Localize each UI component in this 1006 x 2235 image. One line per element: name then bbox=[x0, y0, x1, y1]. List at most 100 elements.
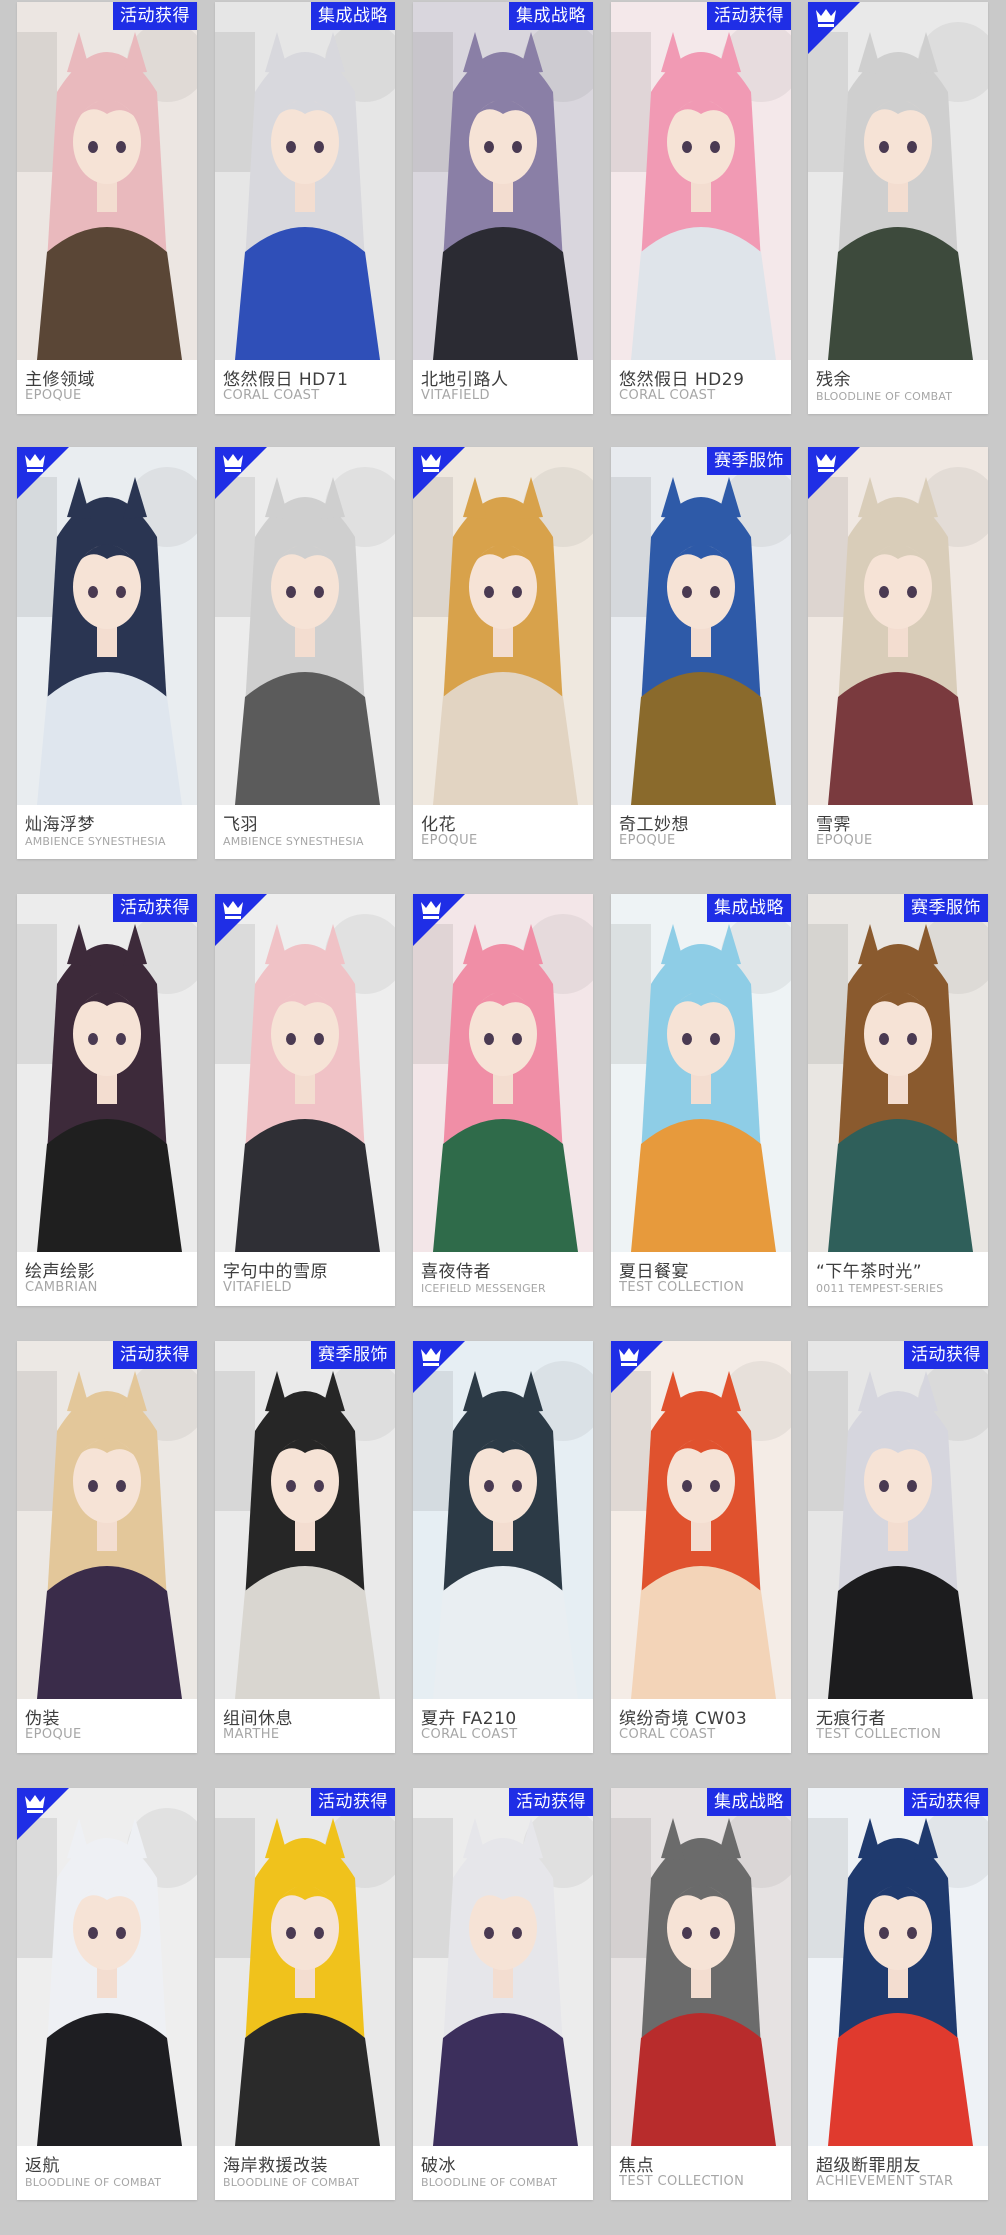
skin-series: EPOQUE bbox=[816, 833, 873, 848]
source-badge: 集成战略 bbox=[509, 2, 593, 30]
skin-name: 悠然假日 HD71 bbox=[223, 370, 349, 390]
source-badge: 活动获得 bbox=[311, 1788, 395, 1816]
crown-corner-icon bbox=[413, 1341, 465, 1393]
character-illustration bbox=[413, 894, 593, 1252]
skin-info: 夏卉 FA210 CORAL COAST bbox=[413, 1699, 593, 1753]
skin-series: TEST COLLECTION bbox=[816, 1727, 942, 1742]
skin-card[interactable]: 喜夜侍者 ICEFIELD MESSENGER bbox=[413, 894, 593, 1306]
skin-card[interactable]: 夏卉 FA210 CORAL COAST bbox=[413, 1341, 593, 1753]
character-illustration bbox=[611, 1788, 791, 2146]
skin-card[interactable]: 活动获得悠然假日 HD29 CORAL COAST bbox=[611, 2, 791, 414]
skin-info: 海岸救援改装 BLOODLINE OF COMBAT bbox=[215, 2146, 395, 2200]
skin-info: 北地引路人 VITAFIELD bbox=[413, 360, 593, 414]
skin-series: BLOODLINE OF COMBAT bbox=[816, 390, 953, 403]
source-badge: 活动获得 bbox=[113, 894, 197, 922]
skin-card[interactable]: 缤纷奇境 CW03 CORAL COAST bbox=[611, 1341, 791, 1753]
skin-artwork bbox=[17, 1341, 197, 1699]
skin-card[interactable]: 灿海浮梦 AMBIENCE SYNESTHESIA bbox=[17, 447, 197, 859]
skin-info: 无痕行者 TEST COLLECTION bbox=[808, 1699, 988, 1753]
skin-card[interactable]: 残余 BLOODLINE OF COMBAT bbox=[808, 2, 988, 414]
skin-card[interactable]: 赛季服饰奇工妙想 EPOQUE bbox=[611, 447, 791, 859]
skin-card[interactable]: 活动获得 无痕行者 TEST COLLECTION bbox=[808, 1341, 988, 1753]
skin-name: 化花 bbox=[421, 815, 456, 835]
skin-series: MARTHE bbox=[223, 1727, 280, 1742]
crown-corner-icon bbox=[215, 447, 267, 499]
skin-series: VITAFIELD bbox=[421, 388, 490, 403]
skin-series: TEST COLLECTION bbox=[619, 2174, 745, 2189]
skin-artwork bbox=[611, 1341, 791, 1699]
source-badge: 赛季服饰 bbox=[311, 1341, 395, 1369]
skin-card[interactable]: 集成战略夏日餐宴 TEST COLLECTION bbox=[611, 894, 791, 1306]
skin-card[interactable]: 化花 EPOQUE bbox=[413, 447, 593, 859]
skin-name: 飞羽 bbox=[223, 815, 258, 835]
skin-artwork bbox=[808, 894, 988, 1252]
skin-card[interactable]: 活动获得 绘声绘影 CAMBRIAN bbox=[17, 894, 197, 1306]
source-badge: 活动获得 bbox=[707, 2, 791, 30]
skin-artwork bbox=[808, 447, 988, 805]
skin-series: CORAL COAST bbox=[223, 388, 320, 403]
character-illustration bbox=[808, 1341, 988, 1699]
character-illustration bbox=[215, 1788, 395, 2146]
character-illustration bbox=[808, 2, 988, 360]
skin-artwork bbox=[808, 1788, 988, 2146]
character-illustration bbox=[808, 1788, 988, 2146]
character-illustration bbox=[413, 1341, 593, 1699]
source-badge: 集成战略 bbox=[311, 2, 395, 30]
skin-card[interactable]: 赛季服饰组间休息 MARTHE bbox=[215, 1341, 395, 1753]
skin-series: VITAFIELD bbox=[223, 1280, 292, 1295]
skin-artwork bbox=[413, 1341, 593, 1699]
skin-artwork bbox=[413, 1788, 593, 2146]
skin-series: EPOQUE bbox=[25, 388, 82, 403]
skin-name: 悠然假日 HD29 bbox=[619, 370, 745, 390]
skin-series: BLOODLINE OF COMBAT bbox=[223, 2176, 360, 2189]
skin-artwork bbox=[17, 894, 197, 1252]
skin-card[interactable]: 活动获得主修领域 EPOQUE bbox=[17, 2, 197, 414]
skin-series: TEST COLLECTION bbox=[619, 1280, 745, 1295]
skin-info: 奇工妙想 EPOQUE bbox=[611, 805, 791, 859]
skin-card[interactable]: 飞羽 AMBIENCE SYNESTHESIA bbox=[215, 447, 395, 859]
skin-name: 字句中的雪原 bbox=[223, 1262, 328, 1282]
skin-card[interactable]: 活动获得 伪装 EPOQUE bbox=[17, 1341, 197, 1753]
skin-name: 缤纷奇境 CW03 bbox=[619, 1709, 748, 1729]
skin-artwork bbox=[611, 2, 791, 360]
skin-artwork bbox=[611, 1788, 791, 2146]
character-illustration bbox=[17, 2, 197, 360]
skin-name: 夏卉 FA210 bbox=[421, 1709, 517, 1729]
skin-card[interactable]: 活动获得 破冰 BLOODLINE OF COMBAT bbox=[413, 1788, 593, 2200]
source-badge: 活动获得 bbox=[904, 1788, 988, 1816]
skin-name: 组间休息 bbox=[223, 1709, 293, 1729]
skin-name: 绘声绘影 bbox=[25, 1262, 95, 1282]
skin-info: 破冰 BLOODLINE OF COMBAT bbox=[413, 2146, 593, 2200]
skin-info: 夏日餐宴 TEST COLLECTION bbox=[611, 1252, 791, 1306]
skin-name: 无痕行者 bbox=[816, 1709, 886, 1729]
skin-card[interactable]: 赛季服饰 “下午茶时光” 0011 TEMPEST-SERIES bbox=[808, 894, 988, 1306]
skin-card[interactable]: 集成战略北地引路人 VITAFIELD bbox=[413, 2, 593, 414]
source-badge: 赛季服饰 bbox=[707, 447, 791, 475]
skin-info: 返航 BLOODLINE OF COMBAT bbox=[17, 2146, 197, 2200]
skin-card[interactable]: 返航 BLOODLINE OF COMBAT bbox=[17, 1788, 197, 2200]
skin-grid: 活动获得 主修领域 EPOQUE 集成战略 悠然假日 HD71 CORAL COAST 集成… bbox=[0, 0, 1006, 2235]
skin-info: 喜夜侍者 ICEFIELD MESSENGER bbox=[413, 1252, 593, 1306]
source-badge: 活动获得 bbox=[113, 2, 197, 30]
skin-artwork bbox=[413, 894, 593, 1252]
character-illustration bbox=[215, 894, 395, 1252]
skin-card[interactable]: 集成战略悠然假日 HD71 CORAL COAST bbox=[215, 2, 395, 414]
skin-series: ACHIEVEMENT STAR bbox=[816, 2174, 954, 2189]
skin-card[interactable]: 活动获得海岸救援改装 BLOODLINE OF COMBAT bbox=[215, 1788, 395, 2200]
skin-series: BLOODLINE OF COMBAT bbox=[421, 2176, 558, 2189]
skin-series: AMBIENCE SYNESTHESIA bbox=[223, 835, 364, 848]
skin-card[interactable]: 活动获得 超级断罪朋友 ACHIEVEMENT STAR bbox=[808, 1788, 988, 2200]
skin-artwork bbox=[17, 2, 197, 360]
skin-name: “下午茶时光” bbox=[816, 1262, 923, 1282]
source-badge: 集成战略 bbox=[707, 894, 791, 922]
skin-artwork bbox=[808, 2, 988, 360]
skin-name: 主修领域 bbox=[25, 370, 95, 390]
skin-card[interactable]: 集成战略 焦点 TEST COLLECTION bbox=[611, 1788, 791, 2200]
skin-series: CORAL COAST bbox=[619, 388, 716, 403]
skin-artwork bbox=[611, 894, 791, 1252]
skin-card[interactable]: 雪霁 EPOQUE bbox=[808, 447, 988, 859]
skin-artwork bbox=[215, 447, 395, 805]
skin-card[interactable]: 字句中的雪原 VITAFIELD bbox=[215, 894, 395, 1306]
skin-series: CORAL COAST bbox=[619, 1727, 716, 1742]
skin-series: EPOQUE bbox=[25, 1727, 82, 1742]
